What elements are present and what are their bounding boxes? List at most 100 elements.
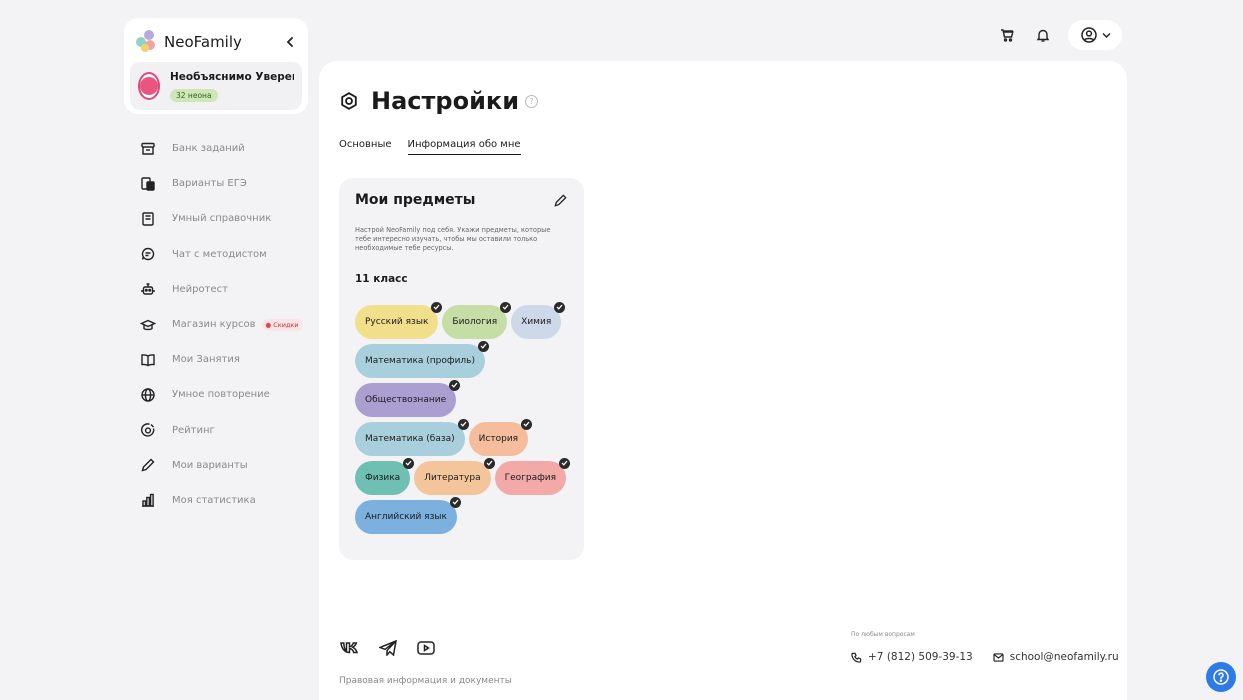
settings-tabs: Основные Информация обо мне [339, 139, 521, 155]
main-panel: Настройки ? Основные Информация обо мне … [319, 61, 1127, 700]
sidebar-item-my-statistics[interactable]: Моя статистика [138, 483, 318, 518]
subject-chip-label: Математика (база) [365, 433, 455, 444]
contacts: +7 (812) 509-39-13 school@neofamily.ru [851, 651, 1119, 663]
help-chat-button[interactable] [1206, 662, 1236, 692]
sidebar-item-label: Банк заданий [172, 143, 245, 155]
brand-card: NeoFamily Необъяснимо Уверенн... 32 неон… [124, 18, 308, 114]
sidebar-item-task-bank[interactable]: Банк заданий [138, 131, 318, 166]
sidebar-item-neurotest[interactable]: Нейротест [138, 272, 318, 307]
subject-chip-physics[interactable]: Физика [355, 457, 415, 495]
check-icon [483, 457, 495, 469]
grade-label: 11 класс [355, 272, 408, 285]
contact-label: По любым вопросам [851, 631, 915, 638]
subject-chip-biology[interactable]: Биология [442, 301, 512, 339]
brand-name[interactable]: NeoFamily [164, 33, 282, 51]
subject-chip-label: Математика (профиль) [365, 355, 475, 366]
sidebar-item-course-shop[interactable]: Магазин курсов ● Скидки [138, 307, 318, 342]
check-icon [521, 418, 533, 430]
subject-chip-math-base[interactable]: Математика (база) [355, 418, 469, 456]
sidebar-item-label: Нейротест [172, 283, 228, 295]
subject-chip-chemistry[interactable]: Химия [511, 301, 566, 339]
subject-chip-label: География [504, 472, 557, 483]
edit-pencil-icon[interactable] [553, 193, 568, 208]
chevron-left-icon[interactable] [282, 34, 298, 50]
globe-icon [138, 385, 158, 405]
my-subjects-card: Мои предметы Настрой NeoFamily под себя.… [339, 178, 584, 560]
help-question-icon[interactable]: ? [525, 94, 539, 108]
user-name: Необъяснимо Уверенн... [170, 70, 294, 83]
subject-chip-social-studies[interactable]: Обществознание [355, 379, 461, 417]
documents-icon [138, 174, 158, 194]
check-icon [431, 301, 443, 313]
sidebar-item-my-lessons[interactable]: Мои Занятия [138, 342, 318, 377]
bell-icon[interactable] [1032, 24, 1054, 46]
subject-chip-label: Химия [521, 316, 552, 327]
sidebar-item-label: Варианты ЕГЭ [172, 178, 247, 190]
sidebar-item-label: Умное повторение [172, 389, 270, 401]
cart-icon[interactable] [996, 24, 1018, 46]
robot-icon [138, 279, 158, 299]
phone-link[interactable]: +7 (812) 509-39-13 [851, 651, 973, 663]
social-links [339, 637, 437, 659]
page-title: Настройки [371, 87, 520, 115]
youtube-icon[interactable] [415, 637, 437, 659]
sidebar-item-label: Мои Занятия [172, 354, 240, 366]
brand-row: NeoFamily [130, 24, 302, 60]
subject-chip-russian[interactable]: Русский язык [355, 301, 443, 339]
sidebar-item-label: Рейтинг [172, 424, 215, 436]
tab-about-me[interactable]: Информация обо мне [407, 139, 521, 155]
subject-chip-math-profile[interactable]: Математика (профиль) [355, 340, 489, 378]
open-book-icon [138, 350, 158, 370]
check-icon [554, 301, 566, 313]
chevron-down-icon [1101, 32, 1111, 39]
vk-icon[interactable] [339, 637, 361, 659]
header-actions [996, 20, 1122, 50]
subject-chip-label: Русский язык [365, 316, 429, 327]
phone-number: +7 (812) 509-39-13 [868, 651, 973, 663]
mail-icon [993, 652, 1004, 662]
neon-balance-badge: 32 неона [170, 88, 218, 102]
sidebar-item-label: Магазин курсов [172, 319, 256, 331]
sidebar-item-methodist-chat[interactable]: Чат с методистом [138, 237, 318, 272]
legal-info-link[interactable]: Правовая информация и документы [339, 676, 512, 686]
subject-chip-geography[interactable]: География [494, 457, 571, 495]
card-description: Настрой NeoFamily под себя. Укажи предме… [355, 226, 551, 252]
telegram-icon[interactable] [377, 637, 399, 659]
sale-badge: ● Скидки [261, 318, 303, 331]
subject-chip-label: Физика [365, 472, 401, 483]
neofamily-logo-icon[interactable] [136, 30, 158, 54]
fire-icon: ● [265, 320, 272, 329]
phone-icon [851, 652, 862, 663]
subject-chip-label: История [478, 433, 519, 444]
check-icon [457, 418, 469, 430]
sidebar-item-smart-reference[interactable]: Умный справочник [138, 201, 318, 236]
sale-badge-label: Скидки [273, 320, 299, 329]
bar-chart-icon [138, 490, 158, 510]
check-icon [559, 457, 571, 469]
target-icon [138, 420, 158, 440]
sidebar-item-smart-repetition[interactable]: Умное повторение [138, 377, 318, 412]
subject-chip-label: Обществознание [365, 394, 447, 405]
help-icon [1212, 668, 1230, 686]
sidebar-nav: Банк заданий Варианты ЕГЭ Умный справочн… [138, 131, 318, 518]
email-link[interactable]: school@neofamily.ru [993, 651, 1119, 663]
check-icon [403, 457, 415, 469]
sidebar-item-label: Моя статистика [172, 494, 256, 506]
subject-chip-literature[interactable]: Литература [414, 457, 495, 495]
sidebar-item-label: Мои варианты [172, 459, 248, 471]
subject-chip-label: Английский язык [365, 511, 447, 522]
profile-menu-button[interactable] [1068, 20, 1122, 50]
graduation-cap-icon [138, 315, 158, 335]
sidebar-item-rating[interactable]: Рейтинг [138, 413, 318, 448]
sidebar-item-ege-variants[interactable]: Варианты ЕГЭ [138, 166, 318, 201]
subject-chip-english[interactable]: Английский язык [355, 496, 461, 534]
subject-chips: Русский язык Биология Химия Математика (… [355, 301, 571, 534]
subject-chip-label: Литература [424, 472, 481, 483]
archive-icon [138, 139, 158, 159]
subject-chip-history[interactable]: История [468, 418, 533, 456]
settings-icon [339, 91, 359, 111]
user-profile[interactable]: Необъяснимо Уверенн... 32 неона [130, 62, 302, 110]
check-icon [500, 301, 512, 313]
sidebar-item-my-variants[interactable]: Мои варианты [138, 448, 318, 483]
tab-general[interactable]: Основные [339, 139, 392, 155]
